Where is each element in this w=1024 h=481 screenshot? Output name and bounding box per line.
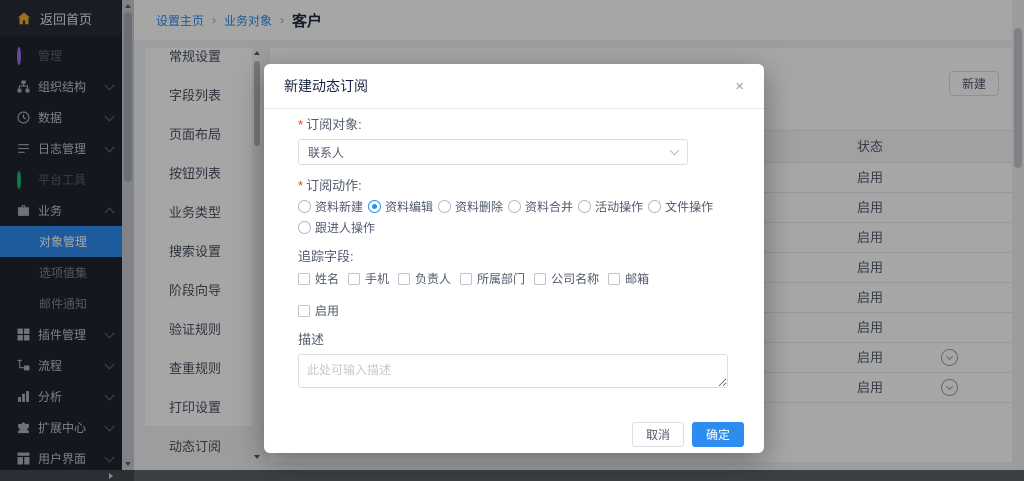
checkbox-box	[348, 273, 360, 285]
track-fields-label: 追踪字段:	[298, 249, 728, 265]
checkbox-label: 所属部门	[477, 270, 525, 287]
radio-option[interactable]: 资料编辑	[368, 198, 433, 215]
confirm-button[interactable]: 确定	[692, 422, 744, 447]
radio-icon	[298, 200, 311, 213]
radio-label: 文件操作	[665, 198, 713, 215]
radio-option[interactable]: 资料删除	[438, 198, 503, 215]
checkbox-box	[460, 273, 472, 285]
modal-header: 新建动态订阅 ×	[264, 64, 764, 109]
new-subscription-modal: 新建动态订阅 × 订阅对象: 联系人 订阅动作: 资料新建 资料编辑 资料删除 资料合…	[264, 64, 764, 453]
checkbox-label: 负责人	[415, 270, 451, 287]
radio-option[interactable]: 跟进人操作	[298, 219, 375, 236]
checkbox-option[interactable]: 手机	[348, 270, 389, 287]
checkbox-box	[534, 273, 546, 285]
checkbox-box	[298, 305, 310, 317]
checkbox-label: 姓名	[315, 270, 339, 287]
subscribe-action-radio-group: 资料新建 资料编辑 资料删除 资料合并 活动操作 文件操作跟进人操作	[298, 198, 728, 236]
modal-title: 新建动态订阅	[284, 76, 368, 96]
radio-label: 资料新建	[315, 198, 363, 215]
checkbox-option[interactable]: 姓名	[298, 270, 339, 287]
cancel-button[interactable]: 取消	[632, 422, 684, 447]
enable-checkbox[interactable]: 启用	[298, 302, 719, 319]
modal-footer: 取消 确定	[632, 422, 744, 447]
radio-label: 资料编辑	[385, 198, 433, 215]
radio-option[interactable]: 文件操作	[648, 198, 713, 215]
select-value: 联系人	[308, 144, 344, 161]
modal-body: 订阅对象: 联系人 订阅动作: 资料新建 资料编辑 资料删除 资料合并 活动操作 文件操作…	[264, 109, 764, 388]
checkbox-box	[608, 273, 620, 285]
radio-option[interactable]: 活动操作	[578, 198, 643, 215]
subscribe-action-label: 订阅动作:	[298, 178, 728, 194]
radio-selected-icon	[368, 200, 381, 213]
description-label: 描述	[298, 332, 728, 348]
checkbox-label: 手机	[365, 270, 389, 287]
chevron-down-icon	[670, 145, 680, 155]
checkbox-option[interactable]: 公司名称	[534, 270, 599, 287]
checkbox-option[interactable]: 邮箱	[608, 270, 649, 287]
subscribe-object-select[interactable]: 联系人	[298, 139, 688, 165]
description-textarea[interactable]	[298, 354, 728, 388]
radio-icon	[508, 200, 521, 213]
checkbox-label: 邮箱	[625, 270, 649, 287]
radio-icon	[298, 221, 311, 234]
track-fields-checkbox-group: 姓名 手机 负责人 所属部门 公司名称 邮箱	[298, 270, 728, 287]
radio-label: 资料合并	[525, 198, 573, 215]
subscribe-object-label: 订阅对象:	[298, 117, 728, 133]
radio-option[interactable]: 资料新建	[298, 198, 363, 215]
radio-label: 跟进人操作	[315, 219, 375, 236]
radio-option[interactable]: 资料合并	[508, 198, 573, 215]
checkbox-option[interactable]: 负责人	[398, 270, 451, 287]
radio-icon	[438, 200, 451, 213]
radio-icon	[578, 200, 591, 213]
checkbox-box	[298, 273, 310, 285]
checkbox-box	[398, 273, 410, 285]
radio-label: 活动操作	[595, 198, 643, 215]
radio-label: 资料删除	[455, 198, 503, 215]
enable-label: 启用	[315, 302, 339, 319]
radio-icon	[648, 200, 661, 213]
close-icon[interactable]: ×	[735, 79, 744, 94]
checkbox-option[interactable]: 所属部门	[460, 270, 525, 287]
checkbox-label: 公司名称	[551, 270, 599, 287]
